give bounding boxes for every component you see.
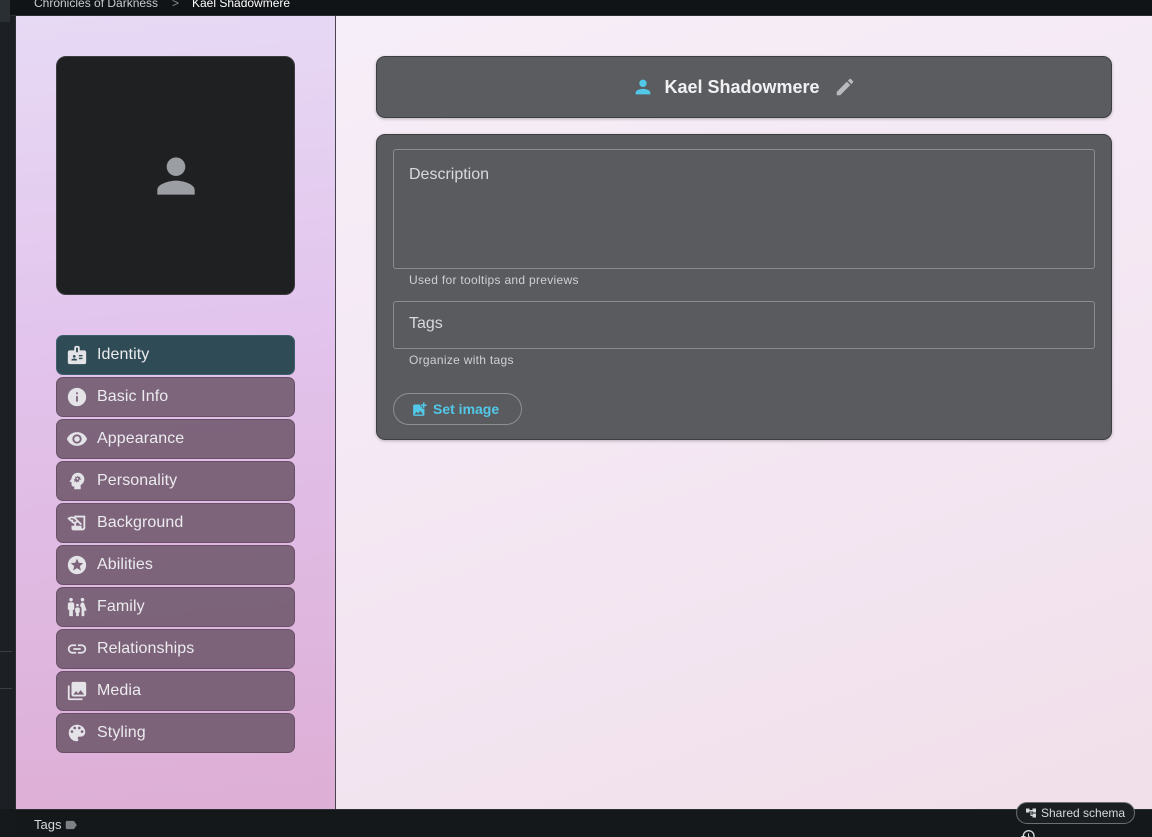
shared-schema-label: Shared schema bbox=[1041, 806, 1126, 820]
nav-item-media[interactable]: Media bbox=[56, 671, 295, 711]
character-sidebar: Identity Basic Info Appearance Personali… bbox=[16, 16, 336, 809]
history-icon[interactable] bbox=[1020, 828, 1036, 837]
add-photo-icon bbox=[413, 401, 427, 416]
set-image-button[interactable]: Set image bbox=[393, 393, 522, 425]
character-name-card: Kael Shadowmere bbox=[376, 56, 1112, 118]
identity-card: Description Used for tooltips and previe… bbox=[376, 134, 1112, 440]
nav-item-appearance[interactable]: Appearance bbox=[56, 419, 295, 459]
edit-pencil-icon[interactable] bbox=[834, 76, 856, 98]
breadcrumb-separator: > bbox=[172, 0, 180, 10]
nav-item-family[interactable]: Family bbox=[56, 587, 295, 627]
character-avatar[interactable] bbox=[56, 56, 295, 295]
nav-item-label: Background bbox=[97, 514, 184, 531]
history-edu-icon bbox=[66, 512, 88, 534]
nav-item-label: Appearance bbox=[97, 430, 185, 447]
nav-item-abilities[interactable]: Abilities bbox=[56, 545, 295, 585]
link-icon bbox=[66, 638, 88, 660]
nav-item-label: Relationships bbox=[97, 640, 195, 657]
nav-item-relationships[interactable]: Relationships bbox=[56, 629, 295, 669]
nav-item-label: Media bbox=[97, 682, 142, 699]
main-panel: Kael Shadowmere Description Used for too… bbox=[336, 16, 1152, 809]
shared-schema-chip[interactable]: Shared schema bbox=[1016, 802, 1136, 824]
eye-icon bbox=[66, 428, 88, 450]
footer-tags[interactable]: Tags bbox=[34, 817, 78, 832]
nav-item-label: Styling bbox=[97, 724, 146, 741]
status-bar: Tags Shared schema bbox=[16, 802, 1152, 837]
description-helper-text: Used for tooltips and previews bbox=[409, 273, 579, 287]
description-label: Description bbox=[409, 166, 490, 183]
breadcrumb-current: Kael Shadowmere bbox=[192, 0, 291, 10]
badge-icon bbox=[66, 344, 88, 366]
nav-item-background[interactable]: Background bbox=[56, 503, 295, 543]
person-placeholder-icon bbox=[156, 156, 195, 195]
breadcrumb-world[interactable]: Chronicles of Darkness bbox=[34, 0, 158, 10]
palette-icon bbox=[66, 722, 88, 744]
strip-divider bbox=[0, 651, 12, 652]
footer-tags-label: Tags bbox=[34, 817, 62, 832]
nav-item-label: Abilities bbox=[97, 556, 154, 573]
nav-item-basic-info[interactable]: Basic Info bbox=[56, 377, 295, 417]
character-name: Kael Shadowmere bbox=[664, 76, 820, 97]
nav-item-label: Basic Info bbox=[97, 388, 169, 405]
info-icon bbox=[66, 386, 88, 408]
photo-library-icon bbox=[66, 680, 88, 702]
head-gear-icon bbox=[66, 470, 88, 492]
description-field[interactable]: Description bbox=[393, 149, 1095, 269]
strip-divider bbox=[0, 688, 12, 689]
tag-icon bbox=[66, 820, 78, 829]
nav-item-label: Identity bbox=[97, 346, 150, 363]
family-icon bbox=[66, 596, 88, 618]
section-nav: Identity Basic Info Appearance Personali… bbox=[56, 335, 295, 755]
nav-item-identity[interactable]: Identity bbox=[56, 335, 295, 375]
top-bar: Chronicles of Darkness > Kael Shadowmere bbox=[0, 0, 1152, 16]
strip-tab[interactable] bbox=[0, 0, 10, 22]
tags-field[interactable]: Tags bbox=[393, 301, 1095, 349]
star-icon bbox=[66, 554, 88, 576]
set-image-label: Set image bbox=[433, 401, 500, 417]
nav-item-label: Family bbox=[97, 598, 145, 615]
person-icon bbox=[636, 79, 651, 95]
nav-item-personality[interactable]: Personality bbox=[56, 461, 295, 501]
schema-icon bbox=[1026, 808, 1036, 818]
nav-item-label: Personality bbox=[97, 472, 178, 489]
tags-label: Tags bbox=[409, 315, 443, 332]
nav-item-styling[interactable]: Styling bbox=[56, 713, 295, 753]
tags-helper-text: Organize with tags bbox=[409, 353, 514, 367]
left-activity-strip bbox=[0, 0, 16, 809]
